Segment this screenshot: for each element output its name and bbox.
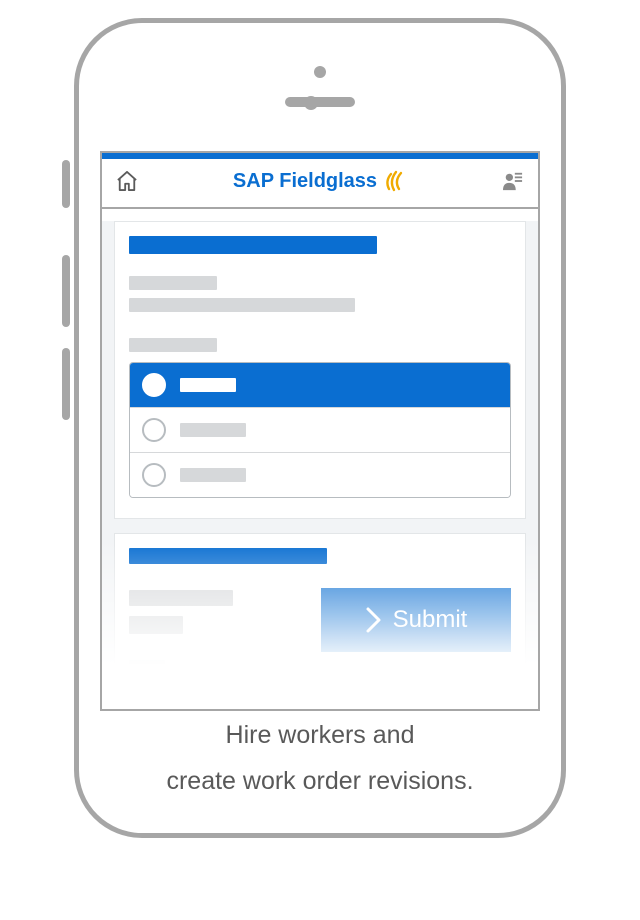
caption-line-1: Hire workers and bbox=[0, 712, 640, 758]
radio-group bbox=[129, 362, 511, 498]
phone-volume-down bbox=[62, 348, 70, 420]
field-value-placeholder bbox=[129, 298, 355, 312]
radio-option-2[interactable] bbox=[130, 407, 510, 452]
radio-option-3[interactable] bbox=[130, 452, 510, 497]
form-card-2: Submit bbox=[114, 533, 526, 695]
brand: SAP Fieldglass bbox=[233, 169, 407, 193]
radio-label-placeholder bbox=[180, 468, 246, 482]
submit-button-label: Submit bbox=[393, 606, 468, 634]
radio-label-placeholder bbox=[180, 378, 236, 392]
brand-text: SAP Fieldglass bbox=[233, 170, 377, 193]
field-value-placeholder bbox=[129, 616, 183, 634]
brand-logo-icon bbox=[383, 169, 407, 193]
app-screen: SAP Fieldglass bbox=[100, 151, 540, 711]
phone-side-button bbox=[62, 160, 70, 208]
radio-indicator-icon bbox=[142, 418, 166, 442]
section-title-placeholder bbox=[129, 548, 327, 564]
submit-button[interactable]: Submit bbox=[321, 588, 511, 652]
user-menu-icon[interactable] bbox=[502, 171, 524, 191]
phone-volume-up bbox=[62, 255, 70, 327]
phone-speaker bbox=[285, 97, 355, 107]
radio-indicator-icon bbox=[142, 463, 166, 487]
field-label-placeholder bbox=[129, 590, 233, 606]
radio-indicator-icon bbox=[142, 373, 166, 397]
content-panel: Submit bbox=[102, 221, 538, 695]
field-label-placeholder bbox=[129, 338, 217, 352]
app-header: SAP Fieldglass bbox=[102, 159, 538, 209]
home-icon[interactable] bbox=[116, 171, 138, 191]
phone-camera bbox=[314, 66, 326, 78]
section-title-placeholder bbox=[129, 236, 377, 254]
field-label-placeholder bbox=[129, 660, 165, 674]
caption-line-2: create work order revisions. bbox=[0, 758, 640, 804]
radio-label-placeholder bbox=[180, 423, 246, 437]
field-label-placeholder bbox=[129, 276, 217, 290]
form-card-1 bbox=[114, 221, 526, 519]
radio-option-1[interactable] bbox=[130, 363, 510, 407]
caption: Hire workers and create work order revis… bbox=[0, 712, 640, 805]
chevron-right-icon bbox=[365, 606, 383, 634]
